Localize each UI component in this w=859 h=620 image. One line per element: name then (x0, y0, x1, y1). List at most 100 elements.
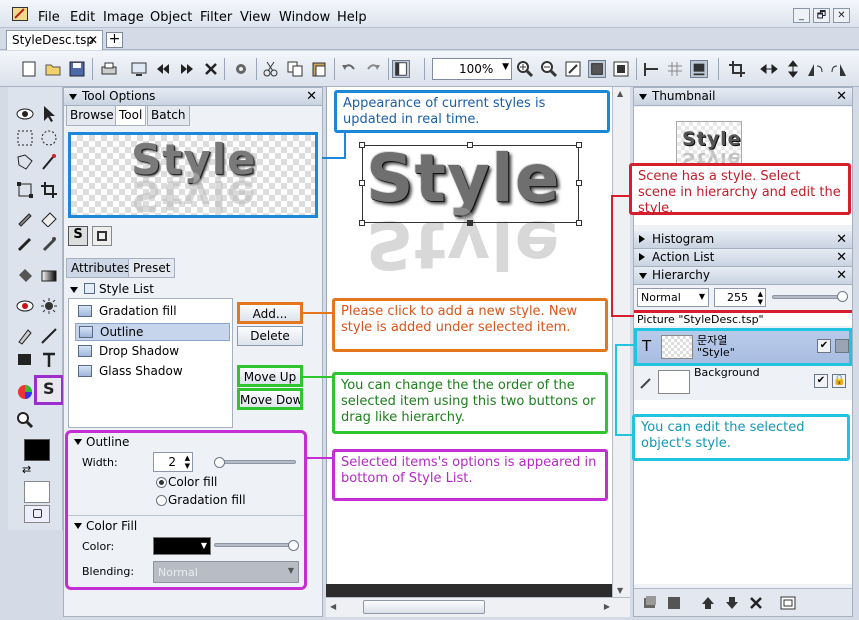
menu-window[interactable]: Window (279, 10, 330, 25)
brightness-icon[interactable] (40, 297, 58, 315)
gradient-icon[interactable] (40, 267, 58, 285)
paste-icon[interactable] (310, 60, 328, 78)
move-layer-down-icon[interactable] (724, 595, 740, 611)
style-item-gradation-fill[interactable]: Gradation fill (75, 303, 230, 321)
blending-select[interactable]: Normal ▼ (153, 561, 299, 583)
resize-handle[interactable] (359, 220, 365, 226)
style-list-header[interactable]: Style List (68, 282, 228, 296)
cut-icon[interactable] (262, 60, 280, 78)
line-tool-icon[interactable] (40, 327, 58, 345)
width-stepper[interactable]: 2 ▲ ▼ (153, 452, 193, 472)
vertical-scrollbar[interactable]: ▲ ▼ (612, 87, 630, 597)
pointer-icon[interactable] (40, 105, 58, 123)
action-list-header[interactable]: Action List ✕ (634, 249, 852, 267)
collapse-triangle-icon[interactable] (69, 94, 77, 100)
tab-batch[interactable]: Batch (147, 106, 190, 126)
spin-down-icon[interactable]: ▼ (185, 463, 190, 470)
restore-button[interactable]: 🗗 (813, 8, 830, 23)
duplicate-layer-icon[interactable] (666, 595, 682, 611)
hierarchy-layer-background[interactable]: Background ✔ 🔒 (634, 366, 852, 400)
scroll-right-icon[interactable]: ▶ (604, 602, 610, 611)
menu-object[interactable]: Object (150, 10, 192, 25)
lock-checkbox[interactable] (835, 339, 849, 353)
close-icon[interactable]: ✕ (836, 250, 847, 265)
outline-section-header[interactable]: Outline (74, 435, 129, 449)
save-icon[interactable] (68, 60, 86, 78)
layer-blend-select[interactable]: Normal ▼ (637, 288, 709, 307)
menu-image[interactable]: Image (103, 10, 144, 25)
new-file-icon[interactable] (20, 60, 38, 78)
redo-icon[interactable] (364, 60, 382, 78)
monitor-icon[interactable] (130, 60, 148, 78)
next-frame-icon[interactable] (178, 60, 196, 78)
horizontal-scroll-thumb[interactable] (363, 600, 485, 614)
magic-wand-icon[interactable] (40, 153, 58, 171)
resize-handle[interactable] (467, 142, 473, 148)
collapse-triangle-icon[interactable] (70, 287, 78, 293)
fullscreen-icon[interactable] (612, 60, 630, 78)
actual-size-icon[interactable] (588, 60, 606, 78)
background-color-swatch[interactable] (24, 481, 50, 503)
tab-preset[interactable]: Preset (128, 258, 176, 278)
expand-triangle-icon[interactable] (639, 253, 645, 261)
resize-handle[interactable] (359, 180, 365, 186)
resize-handle[interactable] (576, 142, 582, 148)
hierarchy-picture-row[interactable]: Picture "StyleDesc.tsp" (634, 310, 852, 326)
scroll-up-icon[interactable]: ▲ (617, 89, 623, 98)
width-slider-knob[interactable] (214, 457, 225, 468)
brush-icon[interactable] (16, 209, 34, 227)
pen-tool-icon[interactable] (16, 327, 34, 345)
text-tool-icon[interactable] (40, 351, 58, 369)
crop-icon[interactable] (728, 60, 746, 78)
foreground-color-swatch[interactable] (24, 439, 50, 461)
quick-mask-button[interactable] (24, 505, 50, 523)
rotate-left-icon[interactable] (806, 60, 824, 78)
opacity-slider-knob[interactable] (837, 291, 848, 302)
histogram-header[interactable]: Histogram ✕ (634, 231, 852, 249)
close-button[interactable]: ✕ (833, 8, 850, 23)
style-item-outline[interactable]: Outline (75, 323, 230, 341)
resize-handle[interactable] (359, 142, 365, 148)
collapse-triangle-icon[interactable] (74, 439, 82, 445)
gear-icon[interactable] (232, 60, 250, 78)
close-icon[interactable]: ✕ (836, 89, 847, 104)
style-item-drop-shadow[interactable]: Drop Shadow (75, 343, 230, 361)
visibility-checkbox[interactable]: ✔ (817, 339, 831, 353)
menu-view[interactable]: View (240, 10, 271, 25)
pencil-icon[interactable] (16, 235, 34, 253)
red-eye-icon[interactable] (16, 297, 34, 315)
print-icon[interactable] (100, 60, 118, 78)
menu-filter[interactable]: Filter (200, 10, 232, 25)
style-tool-button[interactable]: S (34, 375, 64, 405)
close-icon[interactable]: ✕ (836, 232, 847, 247)
spin-up-icon[interactable]: ▲ (758, 290, 763, 298)
eraser-icon[interactable] (40, 209, 58, 227)
radio-gradation-fill[interactable] (156, 495, 167, 506)
lasso-icon[interactable] (16, 153, 34, 171)
collapse-triangle-icon[interactable] (639, 94, 647, 100)
layer-opacity-stepper[interactable]: 255 ▲ ▼ (714, 288, 766, 307)
collapse-triangle-icon[interactable] (74, 523, 82, 529)
minimize-button[interactable]: _ (793, 8, 810, 23)
fit-window-icon[interactable] (564, 60, 582, 78)
scroll-left-icon[interactable]: ◀ (330, 602, 336, 611)
smudge-icon[interactable] (40, 235, 58, 253)
color-slider[interactable] (214, 543, 296, 547)
guide-icon[interactable] (642, 60, 660, 78)
color-wheel-icon[interactable] (16, 383, 34, 401)
tab-attributes[interactable]: Attributes (66, 258, 136, 278)
resize-handle[interactable] (576, 180, 582, 186)
collapse-triangle-icon[interactable] (639, 273, 647, 279)
hierarchy-layer-text[interactable]: T 문자열 "Style" ✔ (634, 328, 852, 366)
grid-icon[interactable] (666, 60, 684, 78)
new-layer-icon[interactable] (642, 595, 658, 611)
move-up-button[interactable]: Move Up (237, 365, 303, 387)
zoom-out-icon[interactable] (540, 60, 558, 78)
flip-horizontal-icon[interactable] (760, 60, 778, 78)
expand-triangle-icon[interactable] (639, 235, 645, 243)
flip-vertical-icon[interactable] (784, 60, 802, 78)
style-mode-button[interactable]: S (68, 226, 88, 246)
document-tab[interactable]: StyleDesc.tsp ✕ (6, 30, 103, 50)
shape-tool-icon[interactable] (16, 351, 34, 369)
resize-handle[interactable] (576, 220, 582, 226)
